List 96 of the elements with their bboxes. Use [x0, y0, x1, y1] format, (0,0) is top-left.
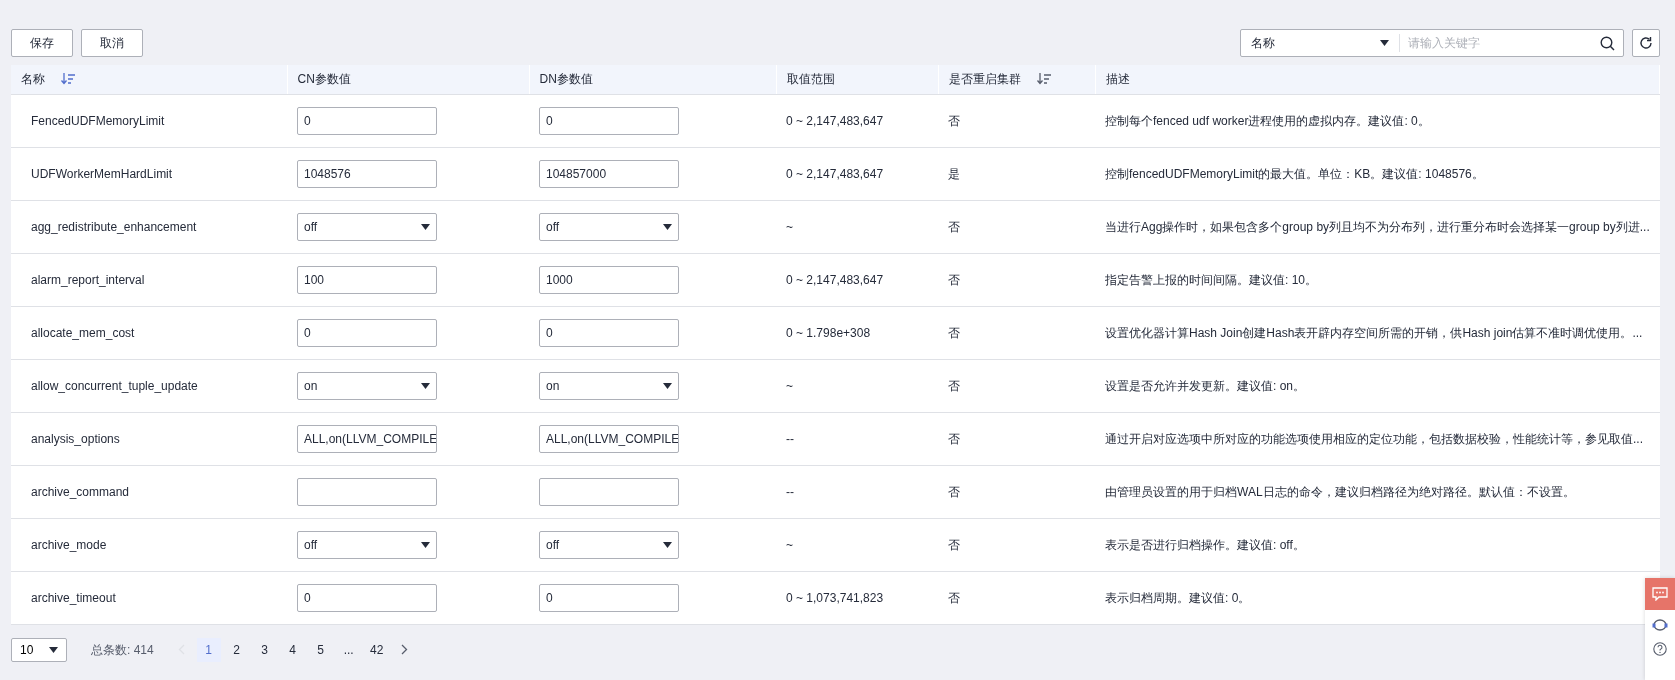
value-range: 0 ~ 1.798e+308	[786, 325, 871, 340]
value-range: 0 ~ 1,073,741,823	[786, 590, 884, 605]
column-header: CN参数值	[297, 71, 351, 89]
value-range: 0 ~ 2,147,483,647	[786, 166, 884, 181]
value-input[interactable]: 0	[539, 318, 679, 347]
value-input[interactable]: 0	[539, 583, 679, 612]
value-range: --	[786, 431, 794, 446]
column-header: 描述	[1105, 71, 1130, 89]
value-input[interactable]: 0	[297, 106, 437, 135]
value-dropdown[interactable]: off	[297, 530, 437, 559]
value-input[interactable]: ALL,on(LLVM_COMPILE	[297, 424, 437, 453]
parameter-name: analysis_options	[31, 431, 120, 446]
next-page-icon[interactable]	[400, 644, 408, 655]
caret-icon	[49, 646, 58, 653]
search-icon[interactable]	[1600, 35, 1615, 51]
refresh-button[interactable]	[1632, 29, 1660, 57]
value-input[interactable]	[539, 477, 679, 506]
value-input[interactable]: 0	[297, 318, 437, 347]
restart-required-text: 是	[948, 166, 960, 181]
parameter-description: 通过开启对应选项中所对应的功能选项使用相应的定位功能，包括数据校验，性能统计等，参见取值...	[1105, 431, 1643, 446]
value-input[interactable]: 0	[539, 106, 679, 135]
parameter-name: UDFWorkerMemHardLimit	[31, 166, 173, 181]
cancel-button[interactable]: 取消	[81, 29, 143, 57]
page-button[interactable]: 4	[280, 637, 305, 662]
value-dropdown[interactable]: off	[539, 212, 679, 241]
page-size-dropdown[interactable]: 10	[11, 637, 67, 662]
chat-button[interactable]	[1645, 578, 1675, 610]
value-range: ~	[786, 537, 793, 552]
restart-required-text: 否	[948, 431, 960, 446]
restart-required-text: 否	[948, 537, 960, 552]
restart-required-text: 否	[948, 484, 960, 499]
page-button[interactable]: 3	[252, 637, 277, 662]
value-dropdown[interactable]: on	[297, 371, 437, 400]
restart-required-text: 否	[948, 272, 960, 287]
page-button[interactable]: 1	[196, 637, 221, 662]
value-range: 0 ~ 2,147,483,647	[786, 113, 884, 128]
refresh-icon	[1639, 36, 1653, 50]
parameter-name: archive_command	[31, 484, 130, 499]
column-header: 名称	[21, 71, 45, 89]
value-input[interactable]: 1000	[539, 265, 679, 294]
caret-icon	[663, 541, 672, 548]
parameter-description: 指定告警上报的时间间隔。建议值: 10。	[1105, 272, 1317, 287]
page-button[interactable]: 2	[224, 637, 249, 662]
caret-icon	[421, 382, 430, 389]
page-button[interactable]: 42	[364, 637, 389, 662]
parameter-name: alarm_report_interval	[31, 272, 145, 287]
value-input[interactable]: ALL,on(LLVM_COMPILE	[539, 424, 679, 453]
parameter-description: 表示归档周期。建议值: 0。	[1105, 590, 1251, 605]
column-header: DN参数值	[539, 71, 593, 89]
value-input[interactable]: 0	[297, 583, 437, 612]
sort-icon[interactable]	[61, 73, 75, 86]
parameter-description: 设置是否允许并发更新。建议值: on。	[1105, 378, 1305, 393]
parameter-name: allocate_mem_cost	[31, 325, 135, 340]
caret-icon	[421, 223, 430, 230]
sort-icon[interactable]	[1036, 73, 1051, 86]
caret-icon	[663, 382, 672, 389]
value-range: ~	[786, 219, 793, 234]
parameter-description: 表示是否进行归档操作。建议值: off。	[1105, 537, 1305, 552]
value-dropdown[interactable]: off	[297, 212, 437, 241]
chat-icon	[1652, 587, 1668, 601]
value-input[interactable]	[297, 477, 437, 506]
value-dropdown[interactable]: off	[539, 530, 679, 559]
parameter-name: allow_concurrent_tuple_update	[31, 378, 198, 393]
help-icon[interactable]	[1653, 642, 1667, 656]
search-field[interactable]: 名称 请输入关键字	[1240, 29, 1624, 57]
value-range: ~	[786, 378, 793, 393]
caret-icon	[421, 541, 430, 548]
parameter-description: 由管理员设置的用于归档WAL日志的命令，建议归档路径为绝对路径。默认值：不设置。	[1105, 484, 1575, 499]
caret-icon	[1380, 40, 1389, 46]
save-button[interactable]: 保存	[11, 29, 73, 57]
parameter-name: archive_mode	[31, 537, 107, 552]
value-range: 0 ~ 2,147,483,647	[786, 272, 884, 287]
restart-required-text: 否	[948, 590, 960, 605]
total-count: 总条数: 414	[91, 641, 154, 659]
caret-icon	[663, 223, 672, 230]
parameter-name: archive_timeout	[31, 590, 116, 605]
value-range: --	[786, 484, 794, 499]
parameter-name: FencedUDFMemoryLimit	[31, 113, 165, 128]
page-button[interactable]: ...	[336, 637, 361, 662]
restart-required-text: 否	[948, 219, 960, 234]
value-dropdown[interactable]: on	[539, 371, 679, 400]
value-input[interactable]: 100	[297, 265, 437, 294]
value-input[interactable]: 1048576	[297, 159, 437, 188]
column-header: 是否重启集群	[948, 71, 1021, 89]
restart-required-text: 否	[948, 325, 960, 340]
headset-icon[interactable]	[1652, 618, 1668, 632]
parameter-description: 控制每个fenced udf worker进程使用的虚拟内存。建议值: 0。	[1105, 113, 1430, 128]
page-button[interactable]: 5	[308, 637, 333, 662]
parameter-description: 当进行Agg操作时，如果包含多个group by列且均不为分布列，进行重分布时会选择某一group by列进...	[1105, 219, 1650, 234]
column-header: 取值范围	[786, 71, 835, 89]
parameter-description: 设置优化器计算Hash Join创建Hash表开辟内存空间所需的开销，供Hash join估算不准时调优使用。...	[1105, 325, 1643, 340]
parameter-description: 控制fencedUDFMemoryLimit的最大值。单位：KB。建议值: 1048576。	[1105, 166, 1484, 181]
parameter-name: agg_redistribute_enhancement	[31, 219, 197, 234]
restart-required-text: 否	[948, 113, 960, 128]
value-input[interactable]: 104857000	[539, 159, 679, 188]
restart-required-text: 否	[948, 378, 960, 393]
